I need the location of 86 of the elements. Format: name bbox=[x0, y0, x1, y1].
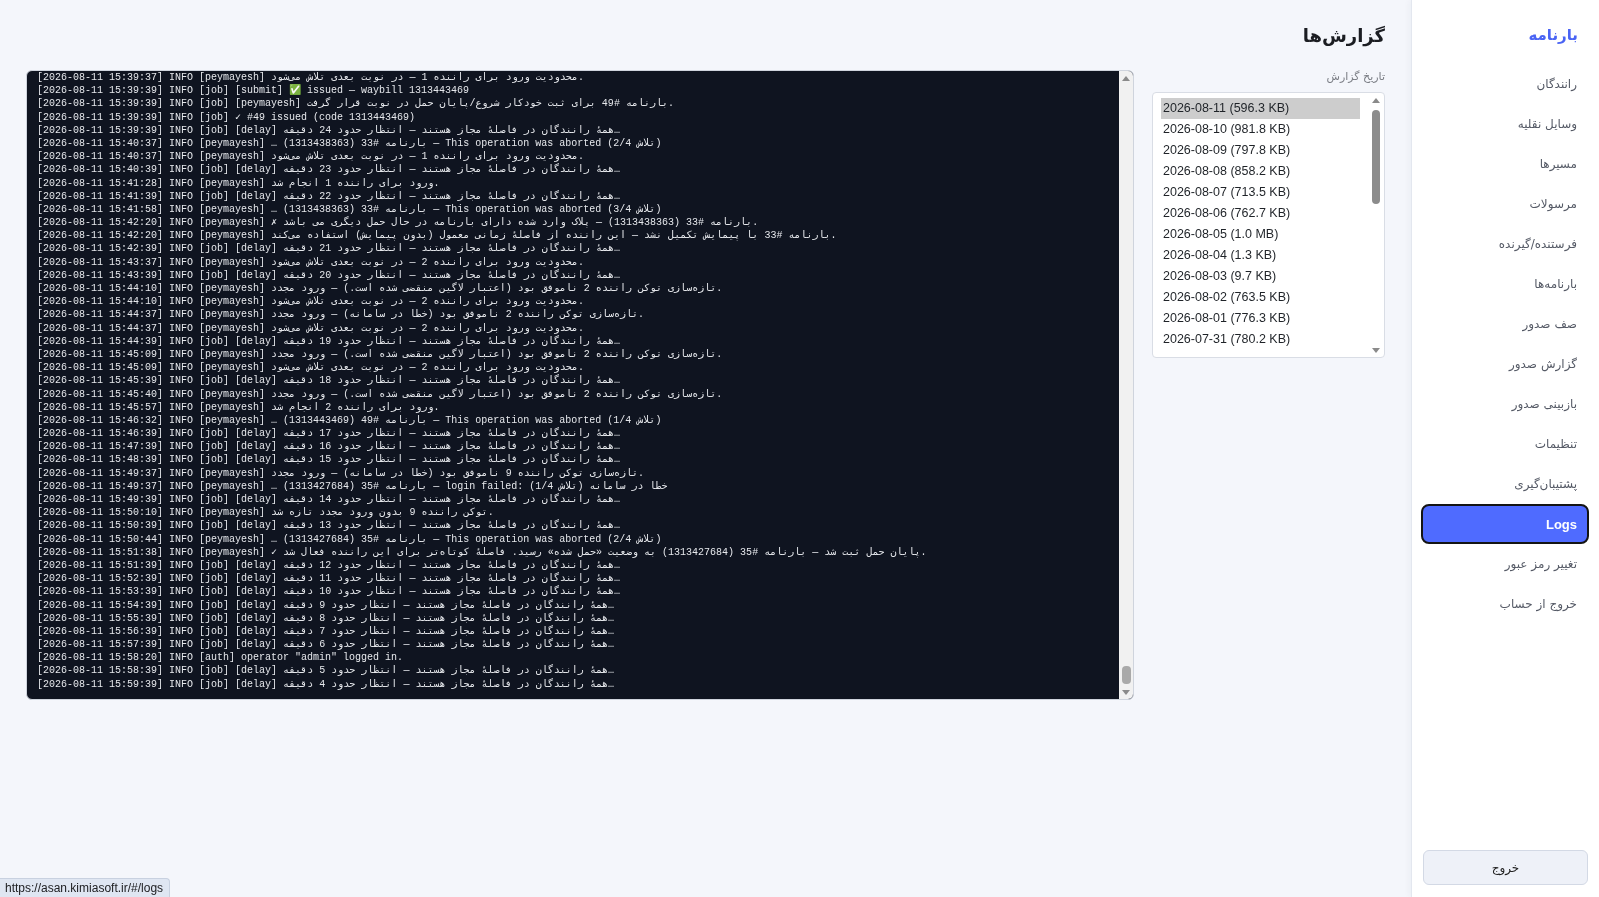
list-option[interactable]: 2026-08-07 (713.5 KB) bbox=[1161, 182, 1360, 203]
log-line: [2026-08-11 15:39:37] INFO [peymayesh] محدودیت ورود برای راننده 1 — در نوبت بعدی تلاش می‌شود. bbox=[37, 71, 585, 84]
list-option[interactable]: 2026-08-03 (9.7 KB) bbox=[1161, 266, 1360, 287]
log-line: [2026-08-11 15:57:39] INFO [job] [delay] همهٔ رانندگان در فاصلهٔ مجاز هستند — انتظار حدود 6 دقیقه… bbox=[37, 638, 615, 652]
log-line: [2026-08-11 15:39:39] INFO [job] ✓ #49 issued (code 1313443469) bbox=[37, 110, 417, 124]
field-label: تاریخ گزارش bbox=[1325, 70, 1385, 84]
log-line: [2026-08-11 15:50:44] INFO [peymayesh] … بارنامه #35 (1313427684) — This operation was aborted (تلاش 2/4) bbox=[37, 532, 663, 546]
log-line: [2026-08-11 15:56:39] INFO [job] [delay] همهٔ رانندگان در فاصلهٔ مجاز هستند — انتظار حدود 7 دقیقه… bbox=[37, 624, 615, 638]
list-option[interactable]: 2026-08-01 (776.3 KB) bbox=[1161, 308, 1360, 329]
list-option[interactable]: 2026-07-31 (780.2 KB) bbox=[1161, 329, 1360, 350]
log-line: [2026-08-11 15:40:37] INFO [peymayesh] محدودیت ورود برای راننده 1 — در نوبت بعدی تلاش می‌شود. bbox=[37, 150, 585, 163]
nav-item[interactable]: مرسولات bbox=[1421, 184, 1589, 224]
log-line: [2026-08-11 15:42:20] INFO [peymayesh] بارنامه #33 با پیمایش تکمیل نشد — این راننده از فاصلهٔ زمانی معمول (بدون پیمایش) استفاده می‌کند. bbox=[37, 229, 838, 242]
nav-item[interactable]: مسیرها bbox=[1421, 144, 1589, 184]
log-line: [2026-08-11 15:53:39] INFO [job] [delay] همهٔ رانندگان در فاصلهٔ مجاز هستند — انتظار حدود 10 دقیقه… bbox=[37, 585, 621, 599]
log-line: [2026-08-11 15:44:39] INFO [job] [delay] همهٔ رانندگان در فاصلهٔ مجاز هستند — انتظار حدود 19 دقیقه… bbox=[37, 334, 621, 348]
log-line: [2026-08-11 15:47:39] INFO [job] [delay] همهٔ رانندگان در فاصلهٔ مجاز هستند — انتظار حدود 16 دقیقه… bbox=[37, 440, 621, 453]
log-line: [2026-08-11 15:39:39] INFO [job] [peymayesh] بارنامه #49 برای ثبت خودکار شروع/پایان حمل در نوبت قرار گرفت. bbox=[37, 97, 676, 111]
report-listbox[interactable] bbox=[1152, 92, 1385, 358]
log-line: [2026-08-11 15:44:10] INFO [peymayesh] تازه‌سازی توکن راننده 2 ناموفق بود (اعتبار لاگین منقضی شده است.) — ورود مجدد. bbox=[37, 282, 724, 296]
scrollbar-thumb[interactable] bbox=[1121, 666, 1131, 684]
nav-item[interactable]: تغییر رمز عبور bbox=[1421, 544, 1589, 584]
log-line: [2026-08-11 15:49:37] INFO [peymayesh] … بارنامه #35 (1313427684) — login failed: خطا در سامانه (تلاش 1/4) bbox=[37, 479, 669, 493]
log-line: [2026-08-11 15:46:32] INFO [peymayesh] … بارنامه #49 (1313443469) — This operation was aborted (تلاش 1/4) bbox=[37, 413, 663, 427]
log-line: [2026-08-11 15:41:39] INFO [job] [delay] همهٔ رانندگان در فاصلهٔ مجاز هستند — انتظار حدود 22 دقیقه… bbox=[37, 189, 621, 203]
log-line: [2026-08-11 15:40:37] INFO [peymayesh] … بارنامه #33 (1313438363) — This operation was aborted (تلاش 2/4) bbox=[37, 136, 663, 151]
log-line: [2026-08-11 15:44:10] INFO [peymayesh] محدودیت ورود برای راننده 2 — در نوبت بعدی تلاش می‌شود. bbox=[37, 295, 585, 309]
scrollbar[interactable] bbox=[1119, 71, 1133, 699]
log-line: [2026-08-11 15:40:39] INFO [job] [delay] همهٔ رانندگان در فاصلهٔ مجاز هستند — انتظار حدود 23 دقیقه… bbox=[37, 163, 621, 177]
nav-item[interactable]: وسایل نقلیه bbox=[1421, 104, 1589, 144]
nav-item[interactable]: خروج از حساب bbox=[1421, 584, 1589, 624]
log-line: [2026-08-11 15:51:39] INFO [job] [delay] همهٔ رانندگان در فاصلهٔ مجاز هستند — انتظار حدود 12 دقیقه… bbox=[37, 558, 621, 572]
list-option[interactable]: 2026-08-11 (596.3 KB) bbox=[1161, 98, 1360, 119]
log-line: [2026-08-11 15:50:10] INFO [peymayesh] توکن راننده 9 بدون ورود مجدد تازه شد. bbox=[37, 506, 495, 520]
logout-button[interactable]: خروج bbox=[1423, 850, 1588, 885]
log-line: [2026-08-11 15:44:37] INFO [peymayesh] تازه‌سازی توکن راننده 2 ناموفق بود (خطا در سامانه) — ورود مجدد. bbox=[37, 308, 646, 322]
log-line: [2026-08-11 15:41:28] INFO [peymayesh] ورود برای راننده 1 انجام شد. bbox=[37, 176, 441, 190]
list-option[interactable]: 2026-08-05 (1.0 MB) bbox=[1161, 224, 1360, 245]
list-option[interactable]: 2026-08-08 (858.2 KB) bbox=[1161, 161, 1360, 182]
log-line: [2026-08-11 15:41:58] INFO [peymayesh] … بارنامه #33 (1313438363) — This operation was aborted (تلاش 3/4) bbox=[37, 202, 663, 216]
log-line: [2026-08-11 15:58:20] INFO [auth] operator "admin" logged in. bbox=[37, 651, 405, 665]
nav-item[interactable]: گزارش صدور bbox=[1421, 344, 1589, 384]
nav-item[interactable]: صف صدور bbox=[1421, 304, 1589, 344]
log-line: [2026-08-11 15:55:39] INFO [job] [delay] همهٔ رانندگان در فاصلهٔ مجاز هستند — انتظار حدود 8 دقیقه… bbox=[37, 611, 615, 625]
log-line: [2026-08-11 15:45:09] INFO [peymayesh] محدودیت ورود برای راننده 2 — در نوبت بعدی تلاش می‌شود. bbox=[37, 361, 585, 374]
list-option[interactable]: 2026-08-02 (763.5 KB) bbox=[1161, 287, 1360, 308]
log-line: [2026-08-11 15:45:40] INFO [peymayesh] تازه‌سازی توکن راننده 2 ناموفق بود (اعتبار لاگین منقضی شده است.) — ورود مجدد. bbox=[37, 387, 724, 401]
log-line: [2026-08-11 15:42:39] INFO [job] [delay] همهٔ رانندگان در فاصلهٔ مجاز هستند — انتظار حدود 21 دقیقه… bbox=[37, 242, 621, 256]
list-option[interactable]: 2026-08-06 (762.7 KB) bbox=[1161, 203, 1360, 224]
nav-item[interactable]: پشتیبان‌گیری bbox=[1421, 464, 1589, 504]
scrollbar-thumb[interactable] bbox=[1372, 110, 1380, 204]
log-line: [2026-08-11 15:54:39] INFO [job] [delay] همهٔ رانندگان در فاصلهٔ مجاز هستند — انتظار حدود 9 دقیقه… bbox=[37, 598, 615, 612]
page-title: گزارش‌ها bbox=[1301, 24, 1385, 48]
log-line: [2026-08-11 15:45:39] INFO [job] [delay] همهٔ رانندگان در فاصلهٔ مجاز هستند — انتظار حدود 18 دقیقه… bbox=[37, 374, 621, 388]
log-line: [2026-08-11 15:44:37] INFO [peymayesh] محدودیت ورود برای راننده 2 — در نوبت بعدی تلاش می‌شود. bbox=[37, 321, 584, 334]
nav-item[interactable]: فرستنده/گیرنده bbox=[1421, 224, 1589, 264]
nav-item[interactable]: بازبینی صدور bbox=[1421, 384, 1589, 424]
up-arrow-icon[interactable] bbox=[1372, 98, 1380, 103]
log-line: [2026-08-11 15:39:39] INFO [job] [submit] ✅ issued — waybill 1313443469 bbox=[37, 84, 471, 97]
list-option[interactable]: 2026-08-04 (1.3 KB) bbox=[1161, 245, 1360, 266]
log-line: [2026-08-11 15:58:39] INFO [job] [delay] همهٔ رانندگان در فاصلهٔ مجاز هستند — انتظار حدود 5 دقیقه… bbox=[37, 664, 615, 678]
log-line: [2026-08-11 15:50:39] INFO [job] [delay] همهٔ رانندگان در فاصلهٔ مجاز هستند — انتظار حدود 13 دقیقه… bbox=[37, 519, 621, 533]
list-option[interactable]: 2026-08-10 (981.8 KB) bbox=[1161, 119, 1360, 140]
down-arrow-icon[interactable] bbox=[1122, 690, 1130, 695]
log-line: [2026-08-11 15:59:39] INFO [job] [delay] همهٔ رانندگان در فاصلهٔ مجاز هستند — انتظار حدود 4 دقیقه… bbox=[37, 677, 615, 691]
nav-item[interactable]: تنظیمات bbox=[1421, 424, 1589, 464]
log-line: [2026-08-11 15:46:39] INFO [job] [delay] همهٔ رانندگان در فاصلهٔ مجاز هستند — انتظار حدود 17 دقیقه… bbox=[37, 427, 621, 440]
nav-item[interactable]: بارنامه‌ها bbox=[1421, 264, 1589, 304]
log-line: [2026-08-11 15:49:37] INFO [peymayesh] تازه‌سازی توکن راننده 9 ناموفق بود (خطا در سامانه) — ورود مجدد. bbox=[37, 466, 646, 480]
log-line: [2026-08-11 15:52:39] INFO [job] [delay] همهٔ رانندگان در فاصلهٔ مجاز هستند — انتظار حدود 11 دقیقه… bbox=[37, 572, 621, 585]
log-line: [2026-08-11 15:39:39] INFO [job] [delay] همهٔ رانندگان در فاصلهٔ مجاز هستند — انتظار حدود 24 دقیقه… bbox=[37, 123, 621, 137]
up-arrow-icon[interactable] bbox=[1122, 76, 1130, 81]
brand-title: بارنامه bbox=[1527, 25, 1579, 46]
log-line: [2026-08-11 15:43:37] INFO [peymayesh] محدودیت ورود برای راننده 2 — در نوبت بعدی تلاش می‌شود. bbox=[37, 255, 584, 268]
log-line: [2026-08-11 15:48:39] INFO [job] [delay] همهٔ رانندگان در فاصلهٔ مجاز هستند — انتظار حدود 15 دقیقه… bbox=[37, 453, 621, 467]
list-option[interactable]: 2026-08-09 (797.8 KB) bbox=[1161, 140, 1360, 161]
nav-item[interactable]: Logs bbox=[1421, 504, 1589, 544]
log-line: [2026-08-11 15:45:09] INFO [peymayesh] تازه‌سازی توکن راننده 2 ناموفق بود (اعتبار لاگین منقضی شده است.) — ورود مجدد. bbox=[37, 347, 724, 362]
status-url: https://asan.kimiasoft.ir/#/logs bbox=[0, 878, 171, 897]
down-arrow-icon[interactable] bbox=[1372, 348, 1380, 353]
nav-item[interactable]: رانندگان bbox=[1421, 64, 1589, 104]
log-line: [2026-08-11 15:49:39] INFO [job] [delay] همهٔ رانندگان در فاصلهٔ مجاز هستند — انتظار حدود 14 دقیقه… bbox=[37, 493, 621, 507]
log-line: [2026-08-11 15:42:20] INFO [peymayesh] ✗ بارنامه #33 (1313438363) — پلاک وارد شده دارای بارنامه در حال حمل دیگری می باشد. bbox=[37, 216, 760, 230]
log-line: [2026-08-11 15:51:38] INFO [peymayesh] ✓ پایان حمل ثبت شد — بارنامه #35 (1313427684) به وضعیت «حمل شده» رسید. فاصلهٔ کوتاه‌تر برای این راننده فعال شد. bbox=[37, 545, 928, 559]
log-line: [2026-08-11 15:43:39] INFO [job] [delay] همهٔ رانندگان در فاصلهٔ مجاز هستند — انتظار حدود 20 دقیقه… bbox=[37, 268, 621, 282]
log-line: [2026-08-11 15:45:57] INFO [peymayesh] ورود برای راننده 2 انجام شد. bbox=[37, 400, 441, 414]
